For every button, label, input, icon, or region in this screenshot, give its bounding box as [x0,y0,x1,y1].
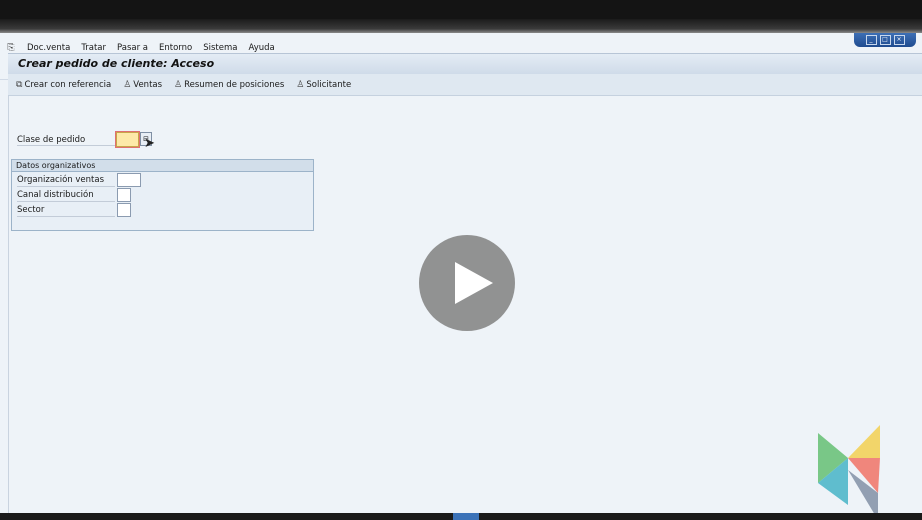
screen-title-bar: Crear pedido de cliente: Acceso [8,53,922,74]
copy-icon: ⧉ [16,79,23,90]
resumen-posiciones-button[interactable]: ♙ Resumen de posiciones [174,80,284,90]
org-ventas-input[interactable] [117,173,141,187]
page-title: Crear pedido de cliente: Acceso [18,57,215,70]
field-row-sector: Sector [12,202,313,217]
play-icon [455,262,493,304]
person-icon: ♙ [296,79,305,90]
sector-input[interactable] [117,203,131,217]
org-ventas-label: Organización ventas [17,175,105,185]
video-top-bar [0,0,922,19]
canal-distribucion-label: Canal distribución [17,190,94,200]
clase-pedido-label: Clase de pedido [17,135,86,145]
group-title: Datos organizativos [12,160,313,172]
menu-doc-venta[interactable]: Doc.venta [27,43,70,53]
ventas-button[interactable]: ♙ Ventas [123,80,162,90]
close-icon[interactable]: × [893,35,905,45]
menu-exit-icon[interactable]: ⎘ [6,43,16,53]
menu-tratar[interactable]: Tratar [81,43,106,53]
datos-organizativos-group: Datos organizativos Organización ventas … [11,159,314,231]
window-controls: _ □ × [854,33,916,47]
solicitante-button[interactable]: ♙ Solicitante [296,80,351,90]
minimize-icon[interactable]: _ [865,35,877,45]
label-underline [17,145,117,146]
menu-entorno[interactable]: Entorno [159,43,192,53]
maximize-icon[interactable]: □ [879,35,891,45]
person-icon: ♙ [174,79,183,90]
person-icon: ♙ [123,79,132,90]
mouse-cursor-icon: ➤ [144,136,155,151]
canal-distribucion-input[interactable] [117,188,131,202]
brand-logo [818,425,880,520]
sector-label: Sector [17,205,45,215]
menu-ayuda[interactable]: Ayuda [248,43,274,53]
status-tag [453,513,479,520]
label-underline [17,216,115,217]
window-shadow [0,19,922,33]
crear-con-referencia-button[interactable]: ⧉ Crear con referencia [16,80,111,90]
video-play-button[interactable] [419,235,515,331]
menu-sistema[interactable]: Sistema [203,43,237,53]
clase-pedido-input[interactable] [116,132,139,147]
field-row-org-ventas: Organización ventas [12,172,313,187]
menu-pasar-a[interactable]: Pasar a [117,43,148,53]
field-row-canal: Canal distribución [12,187,313,202]
application-toolbar: ⧉ Crear con referencia ♙ Ventas ♙ Resume… [8,74,922,96]
